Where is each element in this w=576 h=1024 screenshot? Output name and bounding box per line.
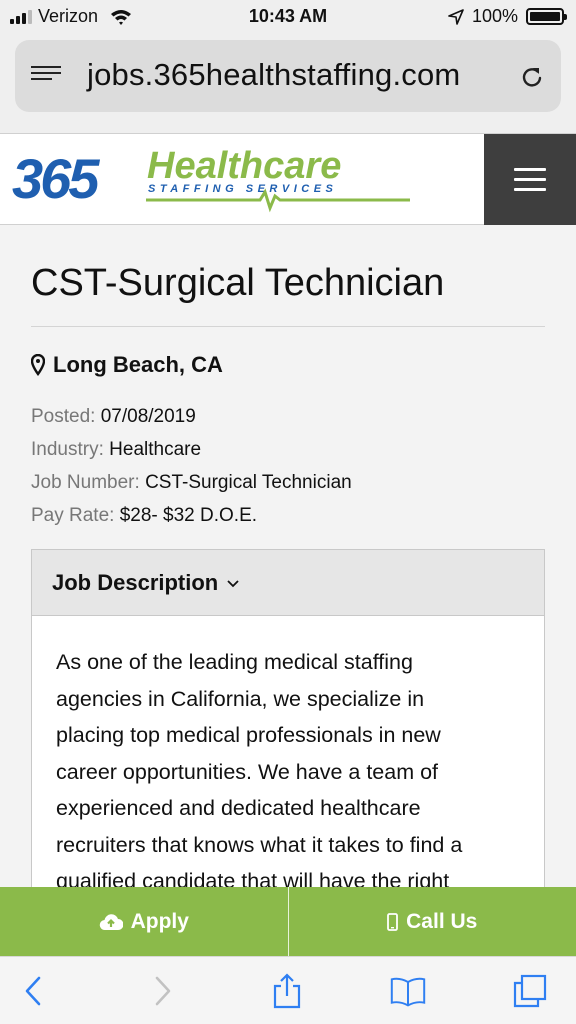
meta-job-number: Job Number: CST-Surgical Technician	[31, 472, 352, 494]
status-bar: Verizon 10:43 AM 100%	[0, 0, 576, 34]
meta-label: Job Number:	[31, 472, 140, 493]
action-bar: Apply Call Us	[0, 887, 576, 956]
reload-icon[interactable]	[519, 64, 545, 90]
meta-label: Industry:	[31, 439, 104, 460]
share-icon[interactable]	[269, 973, 305, 1009]
menu-button[interactable]	[484, 134, 576, 225]
meta-label: Pay Rate:	[31, 505, 115, 526]
forward-icon	[155, 976, 171, 1006]
status-right: 100%	[448, 6, 567, 27]
battery-icon	[526, 8, 567, 25]
chevron-down-icon	[227, 579, 239, 587]
job-description-heading: Job Description	[52, 569, 219, 595]
meta-value: 07/08/2019	[100, 406, 196, 427]
apply-button[interactable]: Apply	[0, 887, 288, 956]
map-pin-icon	[31, 354, 45, 376]
description-line: placing top medical professionals in new	[56, 723, 441, 747]
bookmarks-icon[interactable]	[390, 973, 426, 1009]
meta-pay-rate: Pay Rate: $28- $32 D.O.E.	[31, 505, 257, 527]
job-description-toggle[interactable]: Job Description	[32, 550, 544, 616]
job-location: Long Beach, CA	[31, 352, 223, 378]
job-description-body: As one of the leading medical staffing a…	[32, 616, 544, 900]
call-us-label: Call Us	[406, 909, 478, 933]
site-header: 365 Healthcare STAFFING SERVICES	[0, 133, 576, 225]
meta-value: CST-Surgical Technician	[145, 472, 352, 493]
location-arrow-icon	[448, 8, 464, 25]
company-logo[interactable]: 365 Healthcare STAFFING SERVICES	[12, 140, 412, 220]
job-title: CST-Surgical Technician	[31, 262, 445, 304]
back-icon[interactable]	[16, 973, 52, 1009]
browser-address-area: jobs.365healthstaffing.com	[0, 34, 576, 134]
job-description-panel: Job Description As one of the leading me…	[31, 549, 545, 929]
address-bar[interactable]: jobs.365healthstaffing.com	[15, 40, 561, 112]
call-us-button[interactable]: Call Us	[289, 887, 576, 956]
location-text: Long Beach, CA	[53, 352, 223, 377]
meta-label: Posted:	[31, 406, 96, 427]
battery-percent: 100%	[471, 6, 518, 26]
reader-icon[interactable]	[31, 66, 61, 86]
meta-industry: Industry: Healthcare	[31, 439, 201, 461]
description-line: career opportunities. We have a team of	[56, 759, 439, 784]
title-divider	[31, 326, 545, 327]
svg-text:365: 365	[12, 147, 100, 210]
meta-value: Healthcare	[109, 439, 202, 460]
browser-toolbar	[0, 956, 576, 1024]
description-line: As one of the leading medical staffing	[56, 650, 413, 674]
apply-label: Apply	[130, 909, 189, 933]
svg-text:STAFFING SERVICES: STAFFING SERVICES	[148, 183, 337, 195]
tabs-icon[interactable]	[512, 973, 548, 1009]
svg-text:Healthcare: Healthcare	[147, 145, 341, 187]
description-line: recruiters that knows what it takes to f…	[56, 832, 463, 857]
phone-icon	[387, 912, 399, 931]
meta-posted: Posted: 07/08/2019	[31, 406, 196, 428]
url-text[interactable]: jobs.365healthstaffing.com	[87, 57, 460, 93]
meta-value: $28- $32 D.O.E.	[119, 505, 258, 526]
description-line: agencies in California, we specialize in	[56, 686, 425, 711]
cloud-upload-icon	[99, 913, 123, 930]
description-line: experienced and dedicated healthcare	[56, 796, 421, 820]
